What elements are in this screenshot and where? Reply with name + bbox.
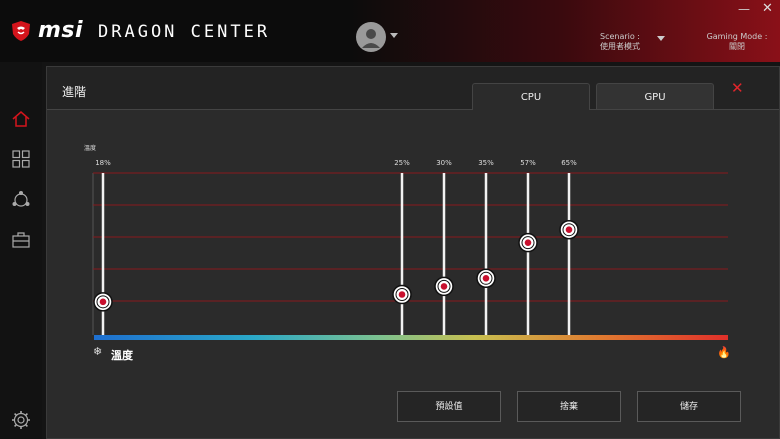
user-avatar[interactable] xyxy=(356,22,386,52)
scenario-chevron-icon[interactable] xyxy=(657,36,665,41)
point-label: 35% xyxy=(478,159,494,167)
minimize-button[interactable]: — xyxy=(738,3,750,15)
gaming-mode-label: Gaming Mode : xyxy=(706,32,768,41)
point-label: 57% xyxy=(520,159,536,167)
scenario-value: 使用者模式 xyxy=(600,42,640,51)
flame-icon: 🔥 xyxy=(717,346,731,359)
slider-handle-dot xyxy=(565,226,573,233)
default-button[interactable]: 預設值 xyxy=(397,391,501,422)
chevron-down-icon[interactable] xyxy=(390,33,398,38)
save-button[interactable]: 儲存 xyxy=(637,391,741,422)
window-close-button[interactable]: ✕ xyxy=(762,2,774,15)
grid-icon[interactable] xyxy=(11,149,31,169)
user-icon xyxy=(362,29,380,48)
toolbox-icon[interactable] xyxy=(11,230,31,250)
app-title: DRAGON CENTER xyxy=(98,22,271,42)
fan-curve-chart: 18% 25% 30% 35% 57% 65% xyxy=(92,159,728,335)
slider-handle-dot xyxy=(440,283,448,290)
x-axis-label: 溫度 xyxy=(111,349,133,362)
snowflake-icon: ❄ xyxy=(93,345,103,358)
sidebar xyxy=(0,62,42,439)
advanced-fan-panel: 進階 CPU GPU ✕ 溫度 18% 25% 30% 35% 57% 65% ❄ 溫度 … xyxy=(46,66,780,439)
point-label: 30% xyxy=(436,159,452,167)
slider-handle-dot xyxy=(482,275,490,282)
scenario-label: Scenario : xyxy=(599,32,640,41)
msi-dragon-icon xyxy=(12,21,30,41)
point-label: 18% xyxy=(95,159,111,167)
network-icon[interactable] xyxy=(11,190,31,210)
slider-handle-dot xyxy=(398,291,406,298)
point-label: 65% xyxy=(561,159,577,167)
temperature-gradient-bar xyxy=(94,335,728,340)
home-icon[interactable] xyxy=(11,109,31,129)
slider-handle-dot xyxy=(524,239,532,246)
scenario-selector[interactable]: Scenario : 使用者模式 xyxy=(590,32,650,52)
slider-handle-dot xyxy=(99,298,107,306)
discard-button[interactable]: 捨棄 xyxy=(517,391,621,422)
gear-icon[interactable] xyxy=(11,410,31,430)
title-bar: msi DRAGON CENTER Scenario : 使用者模式 Gamin… xyxy=(0,0,780,62)
brand-logo: msi xyxy=(38,18,84,43)
point-label: 25% xyxy=(394,159,410,167)
gaming-mode-status[interactable]: Gaming Mode : 關閉 xyxy=(702,32,772,52)
gaming-mode-value: 關閉 xyxy=(729,42,745,51)
